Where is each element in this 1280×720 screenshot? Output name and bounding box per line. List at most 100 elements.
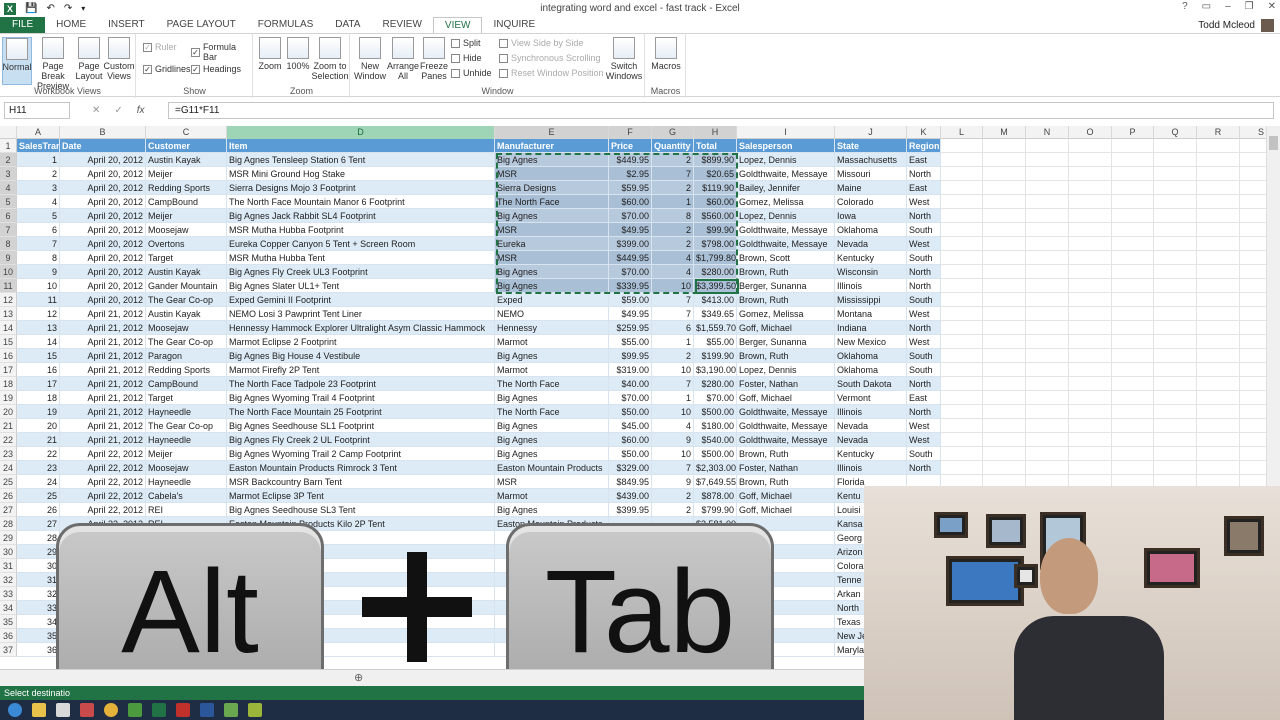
empty-cell[interactable] xyxy=(941,209,983,223)
table-cell[interactable]: Big Agnes Wyoming Trail 2 Camp Footprint xyxy=(227,447,495,461)
tab-file[interactable]: FILE xyxy=(0,17,46,33)
table-cell[interactable]: Moosejaw xyxy=(146,461,227,475)
table-cell[interactable]: $349.65 xyxy=(694,307,737,321)
empty-cell[interactable] xyxy=(983,251,1026,265)
table-cell[interactable]: $7,649.55 xyxy=(694,475,737,489)
table-cell[interactable]: Illinois xyxy=(835,279,907,293)
table-cell[interactable]: 7 xyxy=(652,461,694,475)
column-header-g[interactable]: G xyxy=(652,126,694,139)
table-cell[interactable]: $49.95 xyxy=(609,223,652,237)
table-cell[interactable]: Marmot xyxy=(495,335,609,349)
scroll-thumb[interactable] xyxy=(1269,136,1278,150)
table-cell[interactable]: $399.95 xyxy=(609,503,652,517)
empty-cell[interactable] xyxy=(1026,447,1069,461)
empty-cell[interactable] xyxy=(1026,209,1069,223)
table-cell[interactable]: $540.00 xyxy=(694,433,737,447)
table-cell[interactable]: 7 xyxy=(17,237,60,251)
table-cell[interactable]: Gander Mountain xyxy=(146,279,227,293)
table-cell[interactable]: $99.95 xyxy=(609,349,652,363)
empty-cell[interactable] xyxy=(941,307,983,321)
table-cell[interactable]: Nevada xyxy=(835,419,907,433)
freeze-panes-button[interactable]: Freeze Panes xyxy=(419,37,449,81)
row-header[interactable]: 4 xyxy=(0,181,17,195)
header-cell[interactable]: Region xyxy=(907,139,941,153)
close-icon[interactable]: ✕ xyxy=(1268,1,1276,12)
table-cell[interactable]: 10 xyxy=(652,279,694,293)
table-cell[interactable]: 2 xyxy=(17,167,60,181)
table-cell[interactable]: Oklahoma xyxy=(835,363,907,377)
new-window-button[interactable]: New Window xyxy=(353,37,387,81)
table-cell[interactable]: $59.95 xyxy=(609,181,652,195)
empty-cell[interactable] xyxy=(1154,195,1197,209)
empty-cell[interactable] xyxy=(1112,279,1154,293)
table-cell[interactable]: 6 xyxy=(652,321,694,335)
ruler-checkbox[interactable]: ✓ Ruler xyxy=(143,42,177,52)
zoom-to-selection-button[interactable]: Zoom to Selection xyxy=(311,37,349,81)
table-cell[interactable]: $413.00 xyxy=(694,293,737,307)
table-cell[interactable]: 9 xyxy=(17,265,60,279)
empty-cell[interactable] xyxy=(1154,349,1197,363)
table-cell[interactable]: 24 xyxy=(17,475,60,489)
empty-cell[interactable] xyxy=(1026,419,1069,433)
empty-cell[interactable] xyxy=(983,223,1026,237)
table-cell[interactable]: $199.90 xyxy=(694,349,737,363)
empty-cell[interactable] xyxy=(1026,139,1069,153)
empty-cell[interactable] xyxy=(941,139,983,153)
empty-cell[interactable] xyxy=(1112,321,1154,335)
table-cell[interactable]: Foster, Nathan xyxy=(737,377,835,391)
empty-cell[interactable] xyxy=(1197,419,1240,433)
table-cell[interactable]: Big Agnes xyxy=(495,433,609,447)
table-cell[interactable]: 22 xyxy=(17,447,60,461)
empty-cell[interactable] xyxy=(1154,279,1197,293)
empty-cell[interactable] xyxy=(941,195,983,209)
empty-cell[interactable] xyxy=(941,405,983,419)
empty-cell[interactable] xyxy=(1112,139,1154,153)
table-cell[interactable]: Eureka Copper Canyon 5 Tent + Screen Roo… xyxy=(227,237,495,251)
select-all-corner[interactable] xyxy=(0,126,17,139)
row-header[interactable]: 28 xyxy=(0,517,17,531)
empty-cell[interactable] xyxy=(1069,293,1112,307)
headings-checkbox[interactable]: ✓ Headings xyxy=(191,64,241,74)
table-cell[interactable]: $3,190.00 xyxy=(694,363,737,377)
table-cell[interactable]: April 20, 2012 xyxy=(60,181,146,195)
table-cell[interactable]: 25 xyxy=(17,489,60,503)
formula-input[interactable]: =G11*F11 xyxy=(168,102,1274,119)
empty-cell[interactable] xyxy=(983,265,1026,279)
unhide-button[interactable]: Unhide xyxy=(451,68,492,78)
empty-cell[interactable] xyxy=(1026,307,1069,321)
word-taskbar-icon[interactable] xyxy=(200,703,214,717)
empty-cell[interactable] xyxy=(1026,363,1069,377)
explorer-icon[interactable] xyxy=(32,703,46,717)
column-header-f[interactable]: F xyxy=(609,126,652,139)
table-cell[interactable]: April 21, 2012 xyxy=(60,419,146,433)
table-cell[interactable]: April 20, 2012 xyxy=(60,265,146,279)
empty-cell[interactable] xyxy=(1112,293,1154,307)
switch-windows-button[interactable]: Switch Windows xyxy=(605,37,643,81)
table-cell[interactable]: 10 xyxy=(652,447,694,461)
table-cell[interactable]: $500.00 xyxy=(694,405,737,419)
empty-cell[interactable] xyxy=(1026,251,1069,265)
table-cell[interactable]: 7 xyxy=(652,307,694,321)
tab-home[interactable]: HOME xyxy=(45,17,97,33)
arrange-all-button[interactable]: Arrange All xyxy=(387,37,419,81)
table-cell[interactable]: South xyxy=(907,293,941,307)
table-cell[interactable]: April 21, 2012 xyxy=(60,377,146,391)
table-cell[interactable]: Big Agnes xyxy=(495,349,609,363)
tab-inquire[interactable]: INQUIRE xyxy=(482,17,546,33)
table-cell[interactable]: $449.95 xyxy=(609,251,652,265)
empty-cell[interactable] xyxy=(1197,209,1240,223)
table-cell[interactable]: 26 xyxy=(17,503,60,517)
table-cell[interactable]: $449.95 xyxy=(609,153,652,167)
header-cell[interactable]: Date xyxy=(60,139,146,153)
table-cell[interactable]: Big Agnes Seedhouse SL1 Footprint xyxy=(227,419,495,433)
empty-cell[interactable] xyxy=(1154,307,1197,321)
empty-cell[interactable] xyxy=(983,237,1026,251)
empty-cell[interactable] xyxy=(1069,279,1112,293)
header-cell[interactable]: Salesperson xyxy=(737,139,835,153)
empty-cell[interactable] xyxy=(983,293,1026,307)
table-cell[interactable]: CampBound xyxy=(146,195,227,209)
empty-cell[interactable] xyxy=(983,391,1026,405)
table-cell[interactable]: Moosejaw xyxy=(146,321,227,335)
add-sheet-icon[interactable]: ⊕ xyxy=(354,671,363,684)
table-cell[interactable]: Illinois xyxy=(835,405,907,419)
